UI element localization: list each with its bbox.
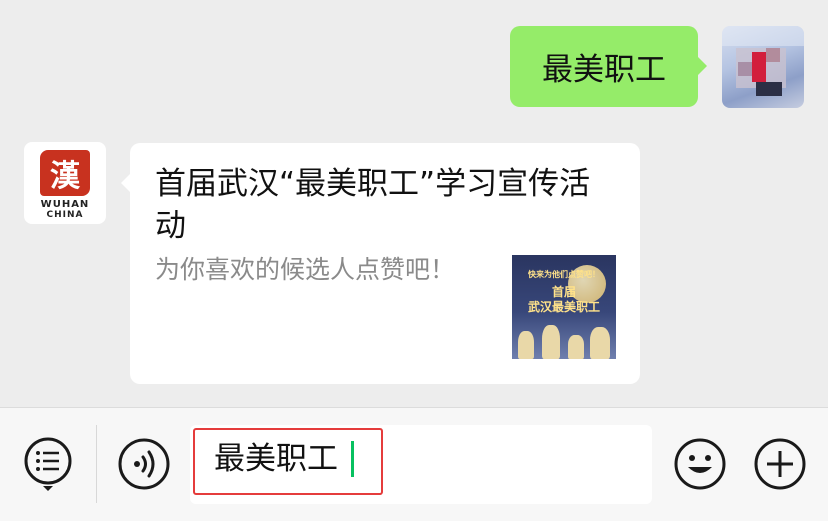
card-title: 首届武汉“最美职工”学习宣传活动 — [155, 166, 591, 244]
card-thumbnail: 快来为他们点赞吧！ 首届 武汉最美职工 — [512, 255, 616, 359]
thumbnail-figure — [590, 327, 610, 359]
plus-icon[interactable] — [753, 437, 807, 491]
thumbnail-figure — [568, 335, 584, 359]
logo-text-wuhan: WUHAN — [40, 199, 90, 210]
thumbnail-line1: 快来为他们点赞吧！ — [528, 270, 600, 279]
wuhan-logo-mark: 漢 — [40, 150, 90, 196]
card-description: 为你喜欢的候选人点赞吧！ — [155, 255, 456, 284]
logo-text-china: CHINA — [46, 210, 84, 220]
emoji-icon[interactable] — [673, 437, 727, 491]
thumbnail-line3: 武汉最美职工 — [527, 300, 600, 314]
thumbnail-figure — [542, 325, 560, 359]
thumbnail-figure — [518, 331, 534, 359]
outgoing-message-bubble[interactable]: 最美职工 — [510, 26, 707, 107]
annotation-highlight-box — [193, 428, 383, 495]
input-bar-divider — [96, 425, 97, 503]
sender-avatar[interactable]: 漢 WUHAN CHINA — [24, 142, 106, 224]
voice-icon[interactable] — [117, 437, 171, 491]
chat-area: 最美职工 漢 WUHAN CHINA 首届武汉“最美职工”学习宣传活动 为你喜欢… — [0, 0, 828, 407]
user-avatar[interactable] — [722, 26, 804, 108]
menu-list-icon[interactable] — [23, 436, 73, 494]
link-card-message[interactable]: 首届武汉“最美职工”学习宣传活动 为你喜欢的候选人点赞吧！ 快来为他们点赞吧！ … — [121, 143, 640, 384]
